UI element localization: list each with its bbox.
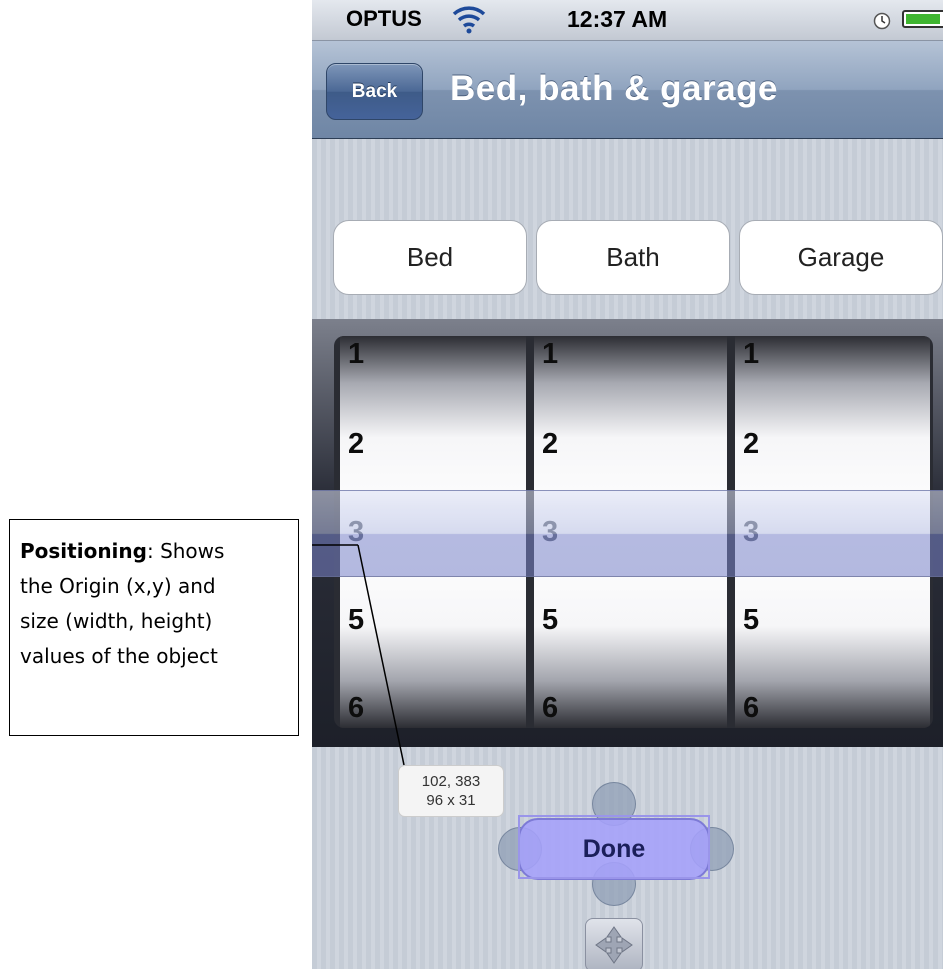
origin-readout: 102, 383: [421, 773, 481, 790]
navigation-bar: Back Bed, bath & garage: [312, 41, 943, 139]
positioning-callout: Positioning: Shows the Origin (x,y) and …: [9, 519, 299, 736]
wheel-row[interactable]: 2: [542, 428, 558, 461]
garage-segment[interactable]: Garage: [739, 220, 943, 295]
wifi-icon: [452, 4, 486, 40]
status-bar: OPTUS 12:37 AM: [312, 0, 943, 49]
callout-heading: Positioning: [20, 539, 147, 563]
carrier-name: OPTUS: [346, 6, 422, 31]
wheel-row[interactable]: 6: [348, 692, 364, 725]
wheel-row[interactable]: 2: [348, 428, 364, 461]
bed-segment[interactable]: Bed: [333, 220, 527, 295]
wheel-row[interactable]: 5: [743, 604, 759, 637]
callout-text-line4: values of the object: [20, 644, 218, 668]
callout-text-line3: size (width, height): [20, 609, 213, 633]
done-button[interactable]: Done: [518, 818, 710, 880]
callout-text-line1: : Shows: [146, 539, 225, 563]
wheel-row[interactable]: 2: [743, 428, 759, 461]
page-title: Bed, bath & garage: [450, 69, 778, 108]
battery-icon: [902, 10, 943, 28]
alarm-icon: [873, 10, 891, 30]
wheel-row[interactable]: 6: [542, 692, 558, 725]
phone-screen: OPTUS 12:37 AM Back Bed, bath & garage B…: [312, 0, 943, 969]
callout-text-line2: the Origin (x,y) and: [20, 574, 216, 598]
wheel-row[interactable]: 1: [348, 338, 364, 371]
wheel-row[interactable]: 5: [348, 604, 364, 637]
wheel-row[interactable]: 6: [743, 692, 759, 725]
move-handle-icon[interactable]: [585, 918, 643, 969]
wheel-row[interactable]: 5: [542, 604, 558, 637]
position-size-tooltip: 102, 383 96 x 31: [398, 765, 504, 817]
status-time: 12:37 AM: [567, 6, 668, 32]
bath-segment[interactable]: Bath: [536, 220, 730, 295]
wheel-row[interactable]: 1: [743, 338, 759, 371]
back-button[interactable]: Back: [326, 63, 423, 120]
size-readout: 96 x 31: [426, 792, 476, 809]
picker-selection-bar: [312, 490, 943, 577]
wheel-row[interactable]: 1: [542, 338, 558, 371]
